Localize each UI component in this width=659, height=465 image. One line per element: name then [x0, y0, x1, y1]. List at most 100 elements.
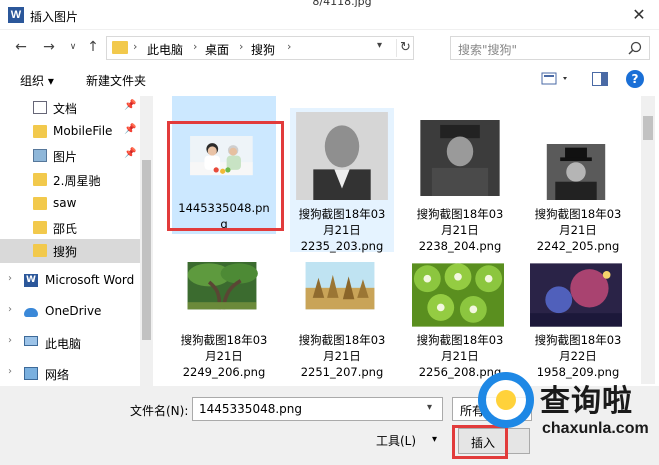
nav-item-microsoft-word[interactable]: › W Microsoft Word: [0, 269, 140, 293]
nav-item-network[interactable]: › 网络: [0, 362, 140, 386]
file-name: 搜狗截图18年03 月21日 2238_204.png: [416, 207, 504, 253]
portrait-thumbnail: [420, 120, 500, 196]
tools-button[interactable]: 工具(L): [376, 432, 416, 449]
nav-item-onedrive[interactable]: › OneDrive: [0, 300, 140, 324]
onedrive-cloud-icon: [24, 308, 38, 317]
breadcrumb-desktop[interactable]: 桌面: [205, 41, 229, 58]
file-tile[interactable]: 搜狗截图18年03 月21日 2235_203.png: [290, 108, 394, 253]
close-button[interactable]: ✕: [624, 2, 654, 28]
file-tile[interactable]: 搜狗截图18年03 月21日 2256_208.png: [408, 258, 512, 382]
haystack-field-thumbnail: [305, 262, 375, 310]
file-name: 搜狗截图18年03 月21日 2242_205.png: [534, 207, 622, 253]
nav-item-label: OneDrive: [45, 304, 102, 318]
filename-input[interactable]: 1445335048.png ▾: [192, 397, 443, 421]
nav-item-label: 2.周星驰: [53, 174, 101, 188]
portrait-thumbnail: [296, 112, 388, 200]
expand-chevron-icon[interactable]: ›: [8, 273, 12, 284]
content-scrollbar-thumb[interactable]: [643, 116, 653, 140]
crumb-separator-icon[interactable]: ›: [193, 40, 197, 53]
folder-icon: [33, 173, 47, 186]
forward-arrow-icon[interactable]: →: [40, 38, 58, 56]
expand-chevron-icon[interactable]: ›: [8, 366, 12, 377]
nav-item-saw[interactable]: saw: [0, 192, 140, 216]
nav-item-label: Microsoft Word: [45, 273, 135, 287]
address-row: ← → ∨ ↑ › 此电脑 › 桌面 › 搜狗 › ▾ ↻ 搜索"搜狗": [0, 30, 659, 64]
forest-tree-thumbnail: [187, 262, 258, 310]
expand-chevron-icon[interactable]: ›: [8, 304, 12, 315]
word-app-icon: W: [8, 7, 24, 23]
file-name: 搜狗截图18年03 月21日 2249_206.png: [180, 333, 268, 379]
nav-item-this-pc[interactable]: › 此电脑: [0, 331, 140, 355]
filename-value: 1445335048.png: [199, 402, 303, 416]
folder-icon: [33, 244, 47, 257]
chevron-down-icon[interactable]: ▾: [432, 434, 437, 445]
help-icon[interactable]: ?: [626, 70, 644, 88]
folder-icon: [33, 221, 47, 234]
crumb-separator-icon[interactable]: ›: [287, 40, 291, 53]
folder-icon: [112, 41, 128, 54]
preview-pane-icon[interactable]: [592, 72, 608, 86]
file-tile[interactable]: 搜狗截图18年03 月21日 2251_207.png: [290, 258, 394, 382]
change-view-icon[interactable]: [541, 71, 571, 87]
file-tile[interactable]: 搜狗截图18年03 月22日 1958_209.png: [526, 258, 630, 382]
navigation-pane[interactable]: 文档 📌 MobileFile 📌 图片 📌 2.周星驰 saw 邵氏 搜狗 ›…: [0, 96, 153, 386]
window-title: 插入图片: [30, 10, 79, 24]
partial-file-label: 8/4118.jpg: [312, 0, 372, 8]
file-name: 搜狗截图18年03 月21日 2251_207.png: [298, 333, 386, 379]
nav-item-shaoshi[interactable]: 邵氏: [0, 216, 140, 240]
pin-icon[interactable]: 📌: [124, 124, 136, 135]
expand-chevron-icon[interactable]: ›: [8, 335, 12, 346]
nav-item-documents[interactable]: 文档 📌: [0, 96, 140, 120]
breadcrumb-this-pc[interactable]: 此电脑: [147, 41, 183, 58]
nav-item-label: 文档: [53, 102, 78, 116]
nav-item-label: 搜狗: [53, 245, 78, 259]
command-bar: 组织 ▾ 新建文件夹 ?: [0, 66, 659, 94]
address-dropdown-icon[interactable]: ▾: [377, 40, 382, 51]
file-tile[interactable]: 搜狗截图18年03 月21日 2242_205.png: [526, 108, 630, 253]
file-tile[interactable]: 搜狗截图18年03 月21日 2249_206.png: [172, 258, 276, 382]
nav-item-pictures[interactable]: 图片 📌: [0, 144, 140, 168]
network-icon: [24, 367, 38, 380]
up-arrow-icon[interactable]: ↑: [84, 38, 102, 56]
pin-icon[interactable]: 📌: [124, 148, 136, 159]
new-folder-button[interactable]: 新建文件夹: [86, 72, 146, 89]
refresh-icon[interactable]: ↻: [396, 39, 414, 57]
highlight-selected-file: [167, 121, 284, 231]
folder-icon: [33, 125, 47, 138]
nav-item-label: MobileFile: [53, 124, 113, 138]
nav-item-label: 图片: [53, 150, 78, 164]
chevron-down-icon[interactable]: ▾: [427, 402, 432, 413]
file-tile[interactable]: 搜狗截图18年03 月21日 2238_204.png: [408, 108, 512, 253]
search-input[interactable]: 搜索"搜狗": [450, 36, 650, 60]
portrait-thumbnail: [546, 144, 606, 200]
magnifier-logo-icon: [478, 372, 534, 428]
logo-dot: [496, 390, 516, 410]
nav-item-label: 邵氏: [53, 222, 78, 236]
nav-scrollbar-thumb[interactable]: [142, 160, 151, 340]
nav-item-label: saw: [53, 196, 77, 210]
nav-item-mobilefile[interactable]: MobileFile 📌: [0, 120, 140, 144]
organize-button[interactable]: 组织 ▾: [20, 72, 54, 89]
watermark-url: chaxunla.com: [542, 420, 649, 437]
game-art-thumbnail: [530, 263, 622, 327]
pin-icon[interactable]: 📌: [124, 100, 136, 111]
nav-item-sogou[interactable]: 搜狗: [0, 239, 140, 263]
kiwi-slices-thumbnail: [412, 263, 504, 327]
computer-icon: [24, 336, 38, 346]
search-icon[interactable]: [627, 40, 643, 56]
watermark-text: 查询啦: [540, 384, 633, 419]
file-name: 搜狗截图18年03 月21日 2235_203.png: [298, 207, 386, 253]
nav-item-label: 网络: [45, 368, 70, 382]
breadcrumb-sogou[interactable]: 搜狗: [251, 41, 275, 58]
back-arrow-icon[interactable]: ←: [12, 38, 30, 56]
search-placeholder: 搜索"搜狗": [458, 43, 518, 57]
crumb-separator-icon[interactable]: ›: [239, 40, 243, 53]
nav-item-zhouxingchi[interactable]: 2.周星驰: [0, 168, 140, 192]
crumb-separator-icon[interactable]: ›: [133, 40, 137, 53]
folder-icon: [33, 197, 47, 210]
pictures-icon: [33, 149, 47, 162]
nav-item-label: 此电脑: [45, 337, 82, 351]
address-bar[interactable]: › 此电脑 › 桌面 › 搜狗 › ▾ ↻: [106, 36, 414, 60]
recent-chevron-icon[interactable]: ∨: [64, 38, 82, 56]
watermark-logo: 查询啦 chaxunla.com: [478, 368, 659, 458]
